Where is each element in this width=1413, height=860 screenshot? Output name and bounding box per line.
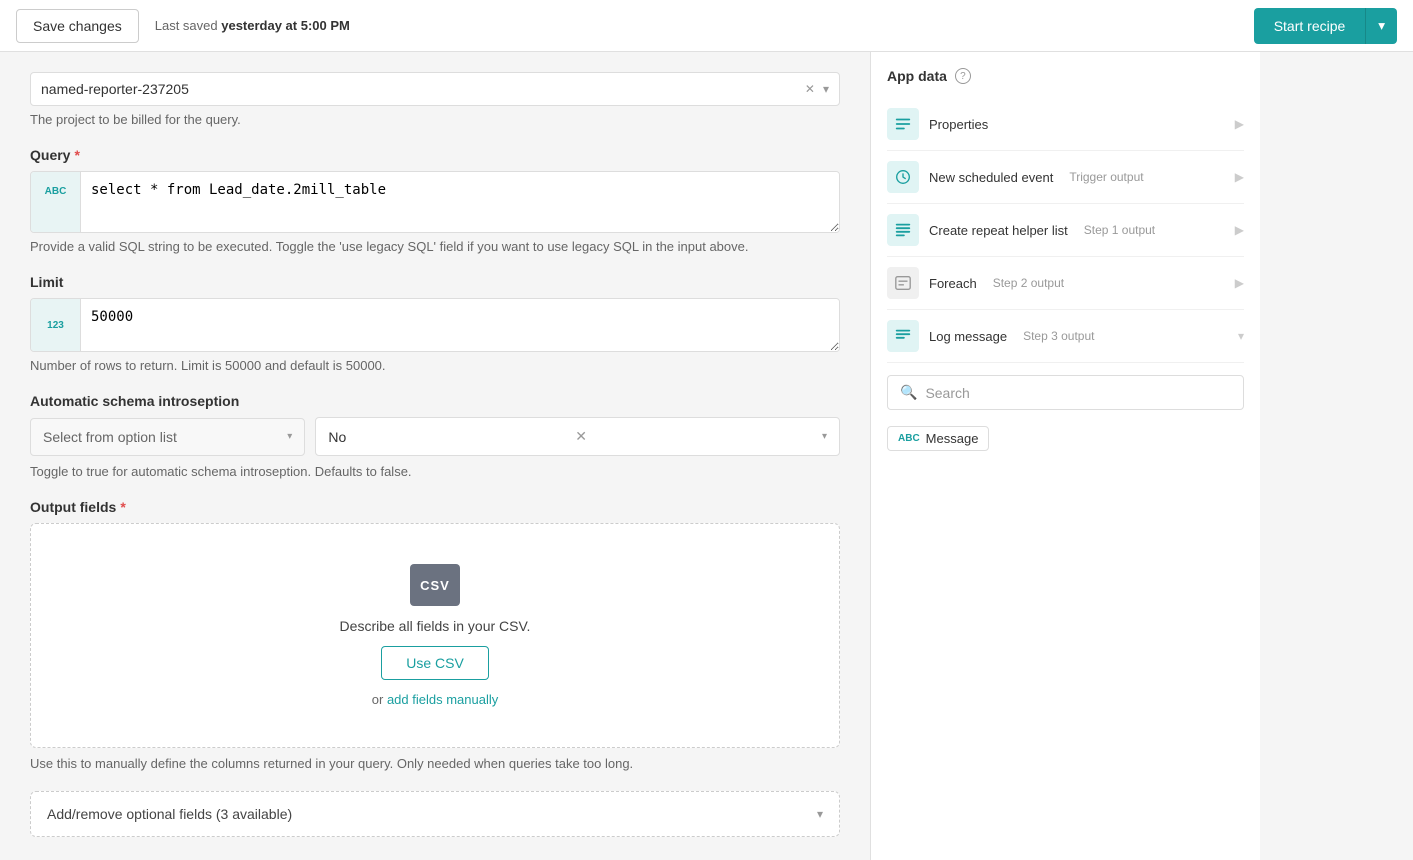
helper-list-arrow-icon: ▶: [1235, 223, 1244, 237]
sidebar-item-create-repeat-helper[interactable]: Create repeat helper list Step 1 output …: [887, 204, 1244, 257]
csv-icon: CSV: [410, 564, 460, 606]
message-tag[interactable]: ABC Message: [887, 426, 989, 451]
output-required-marker: *: [120, 499, 125, 515]
add-fields-manually-link[interactable]: add fields manually: [387, 692, 498, 707]
sidebar-item-new-scheduled-event[interactable]: New scheduled event Trigger output ▶: [887, 151, 1244, 204]
schema-value-select[interactable]: No ✕ ▾: [315, 417, 840, 456]
scheduled-event-icon: [887, 161, 919, 193]
helper-list-label: Create repeat helper list: [929, 223, 1068, 238]
tag-container: ABC Message: [887, 422, 1244, 455]
scheduled-event-sublabel: Trigger output: [1069, 170, 1143, 184]
tag-message-label: Message: [926, 431, 979, 446]
project-input-row: ✕ ▾: [30, 72, 840, 106]
log-message-sublabel: Step 3 output: [1023, 329, 1094, 343]
log-message-icon: [887, 320, 919, 352]
chevron-down-icon: ▾: [1378, 18, 1385, 33]
query-field-section: Query * ABC select * from Lead_date.2mil…: [30, 147, 840, 254]
app-data-title: App data: [887, 68, 947, 84]
output-box: CSV Describe all fields in your CSV. Use…: [30, 523, 840, 748]
output-label: Output fields *: [30, 499, 840, 515]
foreach-arrow-icon: ▶: [1235, 276, 1244, 290]
schema-label: Automatic schema introseption: [30, 393, 840, 409]
scheduled-event-label: New scheduled event: [929, 170, 1053, 185]
output-desc: Describe all fields in your CSV.: [340, 618, 531, 634]
start-recipe-button[interactable]: Start recipe: [1254, 8, 1366, 44]
right-sidebar: App data ? Properties ▶ New scheduled ev…: [870, 52, 1260, 860]
app-data-header: App data ?: [887, 68, 1244, 84]
required-marker: *: [74, 147, 79, 163]
project-hint: The project to be billed for the query.: [30, 112, 840, 127]
search-icon: 🔍: [900, 384, 917, 401]
project-input[interactable]: [41, 81, 797, 97]
sidebar-item-properties[interactable]: Properties ▶: [887, 98, 1244, 151]
helper-list-icon: [887, 214, 919, 246]
search-input[interactable]: [925, 385, 1231, 401]
limit-hint: Number of rows to return. Limit is 50000…: [30, 358, 840, 373]
tag-abc-label: ABC: [898, 433, 920, 444]
or-add-manually-text: or add fields manually: [372, 692, 498, 707]
helper-list-sublabel: Step 1 output: [1084, 223, 1155, 237]
schema-chevron-icon: ▾: [287, 431, 292, 442]
query-textarea[interactable]: select * from Lead_date.2mill_table: [81, 172, 839, 232]
limit-textarea[interactable]: 50000: [81, 299, 839, 351]
query-hint: Provide a valid SQL string to be execute…: [30, 239, 840, 254]
foreach-sublabel: Step 2 output: [993, 276, 1064, 290]
limit-input-wrapper: 123 50000: [30, 298, 840, 352]
properties-arrow-icon: ▶: [1235, 117, 1244, 131]
schema-field-section: Automatic schema introseption Select fro…: [30, 393, 840, 479]
search-wrapper: 🔍: [887, 375, 1244, 410]
sidebar-item-foreach[interactable]: Foreach Step 2 output ▶: [887, 257, 1244, 310]
help-icon[interactable]: ?: [955, 68, 971, 84]
main-layout: ✕ ▾ The project to be billed for the que…: [0, 52, 1413, 860]
query-input-wrapper: ABC select * from Lead_date.2mill_table: [30, 171, 840, 233]
scheduled-event-arrow-icon: ▶: [1235, 170, 1244, 184]
log-message-arrow-icon: ▾: [1238, 329, 1244, 343]
use-csv-button[interactable]: Use CSV: [381, 646, 489, 680]
project-clear-icon[interactable]: ✕: [805, 82, 815, 96]
top-bar-right: Start recipe ▾: [1254, 8, 1397, 44]
limit-label: Limit: [30, 274, 840, 290]
schema-row: Select from option list ▾ No ✕ ▾: [30, 417, 840, 456]
query-type-badge: ABC: [31, 172, 81, 232]
schema-clear-icon[interactable]: ✕: [575, 428, 587, 445]
schema-value-chevron-icon: ▾: [822, 431, 827, 442]
optional-fields-toggle[interactable]: Add/remove optional fields (3 available)…: [30, 791, 840, 837]
start-recipe-dropdown-button[interactable]: ▾: [1365, 8, 1397, 44]
log-message-label: Log message: [929, 329, 1007, 344]
sidebar-item-log-message[interactable]: Log message Step 3 output ▾: [887, 310, 1244, 363]
last-saved-text: Last saved yesterday at 5:00 PM: [155, 18, 350, 33]
properties-icon: [887, 108, 919, 140]
project-chevron-icon[interactable]: ▾: [823, 82, 829, 96]
save-changes-button[interactable]: Save changes: [16, 9, 139, 43]
left-content: ✕ ▾ The project to be billed for the que…: [0, 52, 870, 860]
foreach-icon: [887, 267, 919, 299]
output-hint: Use this to manually define the columns …: [30, 756, 840, 771]
schema-select-dropdown[interactable]: Select from option list ▾: [30, 418, 305, 456]
limit-field-section: Limit 123 50000 Number of rows to return…: [30, 274, 840, 373]
foreach-label: Foreach: [929, 276, 977, 291]
top-bar-left: Save changes Last saved yesterday at 5:0…: [16, 9, 350, 43]
properties-label: Properties: [929, 117, 988, 132]
project-field-section: ✕ ▾ The project to be billed for the que…: [30, 72, 840, 127]
output-fields-section: Output fields * CSV Describe all fields …: [30, 499, 840, 771]
schema-hint: Toggle to true for automatic schema intr…: [30, 464, 840, 479]
query-label: Query *: [30, 147, 840, 163]
top-bar: Save changes Last saved yesterday at 5:0…: [0, 0, 1413, 52]
optional-chevron-icon: ▾: [817, 807, 823, 821]
limit-type-badge: 123: [31, 299, 81, 351]
